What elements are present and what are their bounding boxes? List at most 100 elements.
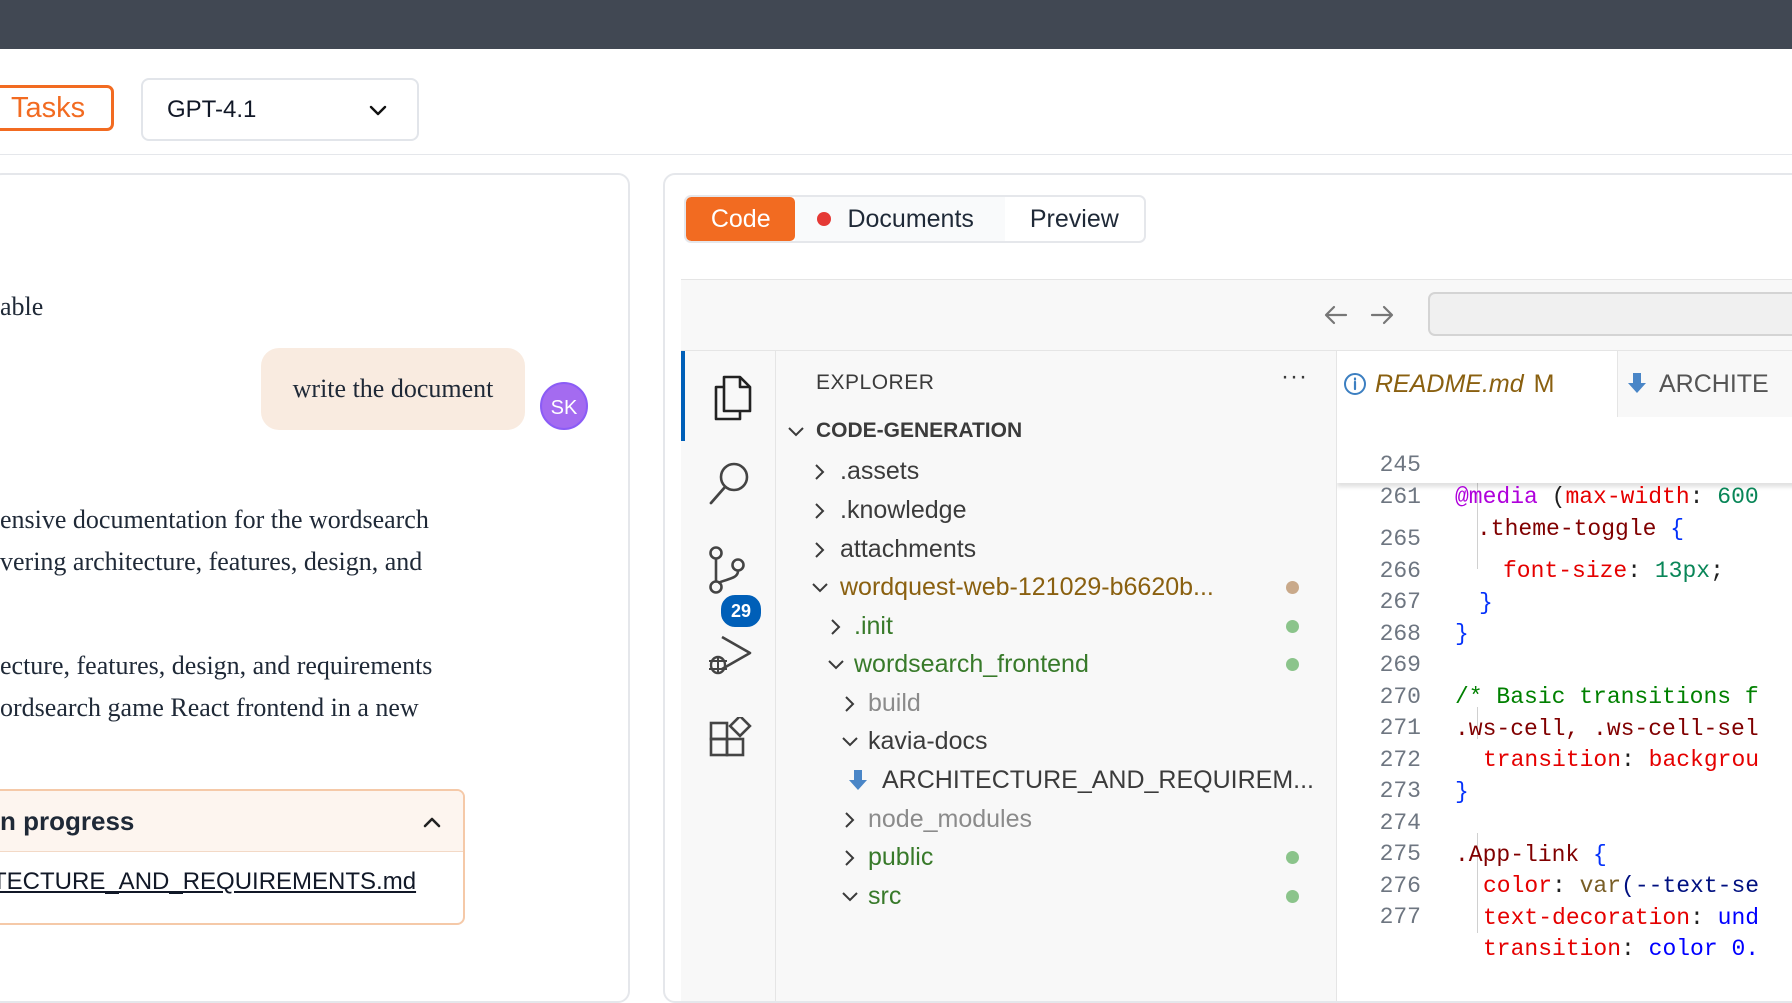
- git-status-dot: [1286, 851, 1299, 864]
- editor-tab-title: README.md: [1375, 370, 1524, 398]
- assistant-text-line: vering architecture, features, design, a…: [0, 547, 423, 576]
- code-line: 276 text-decoration: und: [1337, 838, 1792, 931]
- tree-item-label: kavia-docs: [868, 727, 988, 755]
- git-status-dot: [1286, 890, 1299, 903]
- modified-indicator: M: [1533, 370, 1555, 398]
- tree-item-label: ARCHITECTURE_AND_REQUIREM...: [882, 766, 1314, 794]
- code-line: 271 transition: backgrou: [1337, 680, 1792, 773]
- activity-bar: 29: [681, 351, 776, 1001]
- code-text: text-decoration: und: [1483, 905, 1760, 931]
- tasks-button[interactable]: Tasks: [0, 85, 114, 131]
- files-icon: [714, 375, 752, 421]
- code-text: transition: color 0.: [1483, 936, 1760, 962]
- tree-item-label: src: [868, 882, 902, 910]
- tab-preview[interactable]: Preview: [1005, 197, 1144, 241]
- line-number: 261: [1379, 484, 1421, 510]
- tree-item[interactable]: ARCHITECTURE_AND_REQUIREM...: [776, 758, 1336, 802]
- chevron-down-icon: [812, 583, 828, 593]
- editor-tab-readme[interactable]: README.md M: [1337, 351, 1618, 417]
- unread-dot-icon: [817, 212, 832, 226]
- progress-title: n progress: [0, 806, 135, 836]
- chevron-up-icon[interactable]: [421, 811, 443, 833]
- tree-item-label: .assets: [840, 457, 920, 485]
- markdown-download-icon: [1628, 373, 1646, 393]
- code-content[interactable]: 245 @media (max-width: 600 261 .theme-to…: [1337, 417, 1792, 1001]
- chevron-down-icon: [788, 427, 804, 437]
- run-debug-icon: [709, 635, 752, 675]
- tree-item-label: wordquest-web-121029-b6620b...: [840, 573, 1214, 601]
- workspace-panel: Code Documents Preview 29 EXPLORER ··· C…: [663, 173, 1792, 1003]
- tab-documents-label: Documents: [847, 205, 974, 233]
- model-select[interactable]: GPT-4.1: [141, 78, 419, 141]
- chevron-down-icon: [369, 105, 387, 116]
- code-line: 277 transition: color 0.: [1337, 869, 1792, 962]
- chevron-right-icon: [815, 542, 825, 558]
- code-line: 270 .ws-cell, .ws-cell-sel: [1337, 649, 1792, 742]
- avatar[interactable]: SK: [540, 382, 588, 430]
- user-message-bubble: write the document: [261, 348, 525, 430]
- tree-item[interactable]: wordquest-web-121029-b6620b...: [776, 565, 1336, 609]
- tree-item[interactable]: src: [776, 874, 1336, 918]
- back-arrow-icon[interactable]: [1321, 300, 1351, 330]
- tree-root[interactable]: CODE-GENERATION: [776, 409, 1336, 453]
- assistant-text-line: ensive documentation for the wordsearch: [0, 505, 429, 534]
- tree-item-label: wordsearch_frontend: [854, 650, 1089, 678]
- chevron-right-icon: [845, 850, 855, 866]
- tree-item-label: public: [868, 843, 934, 871]
- code-editor: README.md M ARCHITE 245 @media (max-width…: [1337, 351, 1792, 1001]
- chevron-right-icon: [815, 464, 825, 480]
- line-number: 277: [1379, 904, 1421, 930]
- code-line: 274 .App-link {: [1337, 775, 1792, 868]
- command-center-search[interactable]: [1428, 292, 1792, 336]
- editor-workbench: 29 EXPLORER ··· CODE-GENERATION .assets …: [681, 350, 1792, 1001]
- git-status-dot: [1286, 658, 1299, 671]
- forward-arrow-icon[interactable]: [1367, 300, 1397, 330]
- code-editor-frame: 29 EXPLORER ··· CODE-GENERATION .assets …: [681, 279, 1792, 1001]
- code-line: 269 /* Basic transitions f: [1337, 617, 1792, 710]
- search-icon: [709, 462, 749, 505]
- explorer-title: EXPLORER: [816, 371, 935, 394]
- git-status-dot: [1286, 620, 1299, 633]
- activity-search[interactable]: [681, 437, 775, 527]
- editor-tab-title: ARCHITE: [1659, 370, 1769, 398]
- chevron-down-icon: [842, 892, 858, 902]
- activity-explorer[interactable]: [681, 351, 775, 441]
- tree-root-label: CODE-GENERATION: [816, 419, 1023, 442]
- code-line: 261 .theme-toggle {: [1337, 449, 1792, 542]
- tree-item[interactable]: public: [776, 835, 1336, 879]
- info-icon: [1344, 373, 1366, 395]
- sticky-scroll-header[interactable]: 245 @media (max-width: 600 261 .theme-to…: [1337, 417, 1792, 542]
- progress-card: n progress TECTURE_AND_REQUIREMENTS.md: [0, 789, 465, 925]
- tab-code[interactable]: Code: [686, 197, 796, 241]
- git-status-dot: [1286, 581, 1299, 594]
- chevron-right-icon: [815, 503, 825, 519]
- window-titlebar: [0, 0, 1792, 49]
- progress-file-link[interactable]: TECTURE_AND_REQUIREMENTS.md: [0, 868, 463, 896]
- extensions-icon: [709, 717, 752, 757]
- tree-item[interactable]: .knowledge: [776, 488, 1336, 532]
- tree-item[interactable]: wordsearch_frontend: [776, 642, 1336, 686]
- more-actions-icon[interactable]: ···: [1281, 363, 1308, 391]
- activity-source-control[interactable]: 29: [681, 523, 775, 629]
- chevron-down-icon: [828, 660, 844, 670]
- chevron-down-icon: [842, 737, 858, 747]
- assistant-text-line: ordsearch game React frontend in a new: [0, 693, 419, 722]
- tree-item[interactable]: .assets: [776, 449, 1336, 493]
- markdown-download-icon: [849, 770, 867, 790]
- code-line: 245 @media (max-width: 600: [1337, 417, 1792, 510]
- tab-documents[interactable]: Documents: [795, 197, 1005, 241]
- code-line: 268: [1337, 586, 1792, 647]
- chevron-right-icon: [845, 812, 855, 828]
- editor-tabs: README.md M ARCHITE: [1337, 351, 1792, 418]
- code-text: .theme-toggle {: [1477, 516, 1685, 542]
- activity-extensions[interactable]: [681, 695, 775, 785]
- activity-run-debug[interactable]: [681, 609, 775, 699]
- top-toolbar: Tasks GPT-4.1: [0, 49, 1792, 155]
- model-select-value: GPT-4.1: [167, 96, 257, 123]
- code-line: 273: [1337, 743, 1792, 804]
- progress-card-header[interactable]: n progress: [0, 791, 463, 852]
- assistant-text-line: ecture, features, design, and requiremen…: [0, 651, 433, 680]
- tree-item[interactable]: kavia-docs: [776, 719, 1336, 763]
- chevron-right-icon: [831, 619, 841, 635]
- chevron-right-icon: [845, 696, 855, 712]
